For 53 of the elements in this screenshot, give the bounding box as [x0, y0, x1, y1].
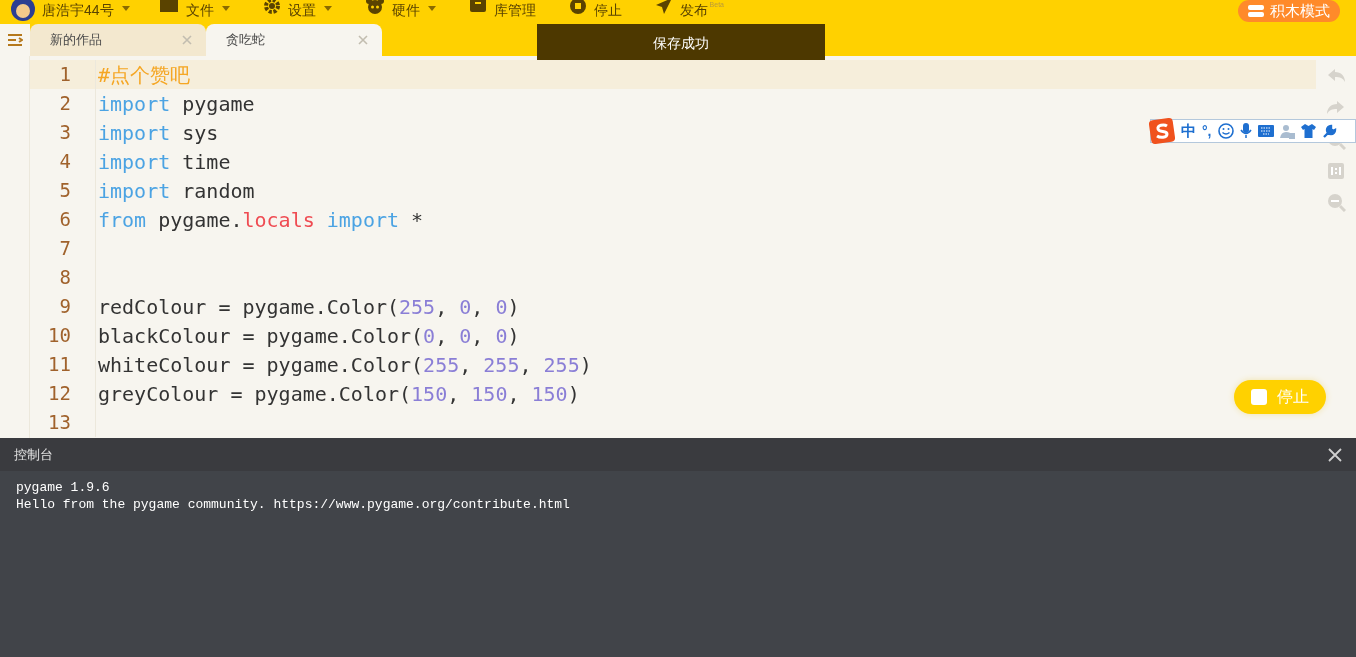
line-number: 10: [30, 321, 96, 350]
smiley-icon[interactable]: [1217, 123, 1234, 139]
code-line: import pygame: [97, 90, 255, 118]
code-line: blackColour = pygame.Color(0, 0, 0): [97, 322, 520, 350]
line-number: 5: [30, 176, 96, 205]
folder-icon: [159, 0, 178, 12]
code-line: greyColour = pygame.Color(150, 150, 150): [97, 380, 580, 408]
user-lock-icon[interactable]: [1279, 123, 1295, 139]
save-toast: 保存成功: [537, 24, 825, 63]
line-number: 11: [30, 350, 96, 379]
code-line: import time: [97, 148, 231, 176]
code-line: import sys: [97, 119, 219, 147]
editor-tab[interactable]: 贪吃蛇: [206, 24, 382, 56]
keyboard-icon[interactable]: [1257, 125, 1274, 137]
caret-icon: [121, 6, 130, 11]
user-menu[interactable]: 唐浩宇44号: [42, 0, 130, 21]
line-number: 4: [30, 147, 96, 176]
avatar-icon[interactable]: [10, 0, 36, 22]
line-number: 9: [30, 292, 96, 321]
stop-icon: [1251, 389, 1267, 405]
code-line: from pygame.locals import *: [97, 206, 424, 234]
wrench-icon[interactable]: [1321, 123, 1337, 139]
menu-icon[interactable]: [7, 33, 23, 47]
code-line: whiteColour = pygame.Color(255, 255, 255): [97, 351, 592, 379]
menu-item[interactable]: 库管理: [469, 0, 536, 21]
code-line: import random: [97, 177, 255, 205]
line-number: 13: [30, 408, 96, 437]
line-number: 12: [30, 379, 96, 408]
gear-icon: [263, 0, 280, 14]
blocks-icon: [1248, 5, 1264, 17]
line-number: 3: [30, 118, 96, 147]
microphone-icon[interactable]: [1239, 123, 1252, 139]
console-title: 控制台: [14, 445, 53, 464]
line-number: 6: [30, 205, 96, 234]
menu-item[interactable]: 设置: [263, 0, 332, 21]
close-icon[interactable]: [1328, 447, 1342, 462]
shirt-icon[interactable]: [1300, 124, 1316, 138]
menu-item[interactable]: 硬件: [365, 0, 436, 21]
chinese-mode-toggle[interactable]: 中: [1181, 119, 1196, 143]
menu-item[interactable]: 停止: [569, 0, 622, 21]
line-number: 7: [30, 234, 96, 263]
console-output-line: Hello from the pygame community. https://www.pygame.org/contribute.html: [16, 496, 571, 513]
code-line: redColour = pygame.Color(255, 0, 0): [97, 293, 520, 321]
input-method-logo-icon[interactable]: [1148, 117, 1176, 145]
paper-plane-icon: [655, 0, 672, 14]
menu-item[interactable]: 文件: [159, 0, 230, 21]
line-number: 8: [30, 263, 96, 292]
line-number: 1: [30, 60, 96, 89]
line-number: 2: [30, 89, 96, 118]
code-line: #点个赞吧: [97, 61, 191, 89]
console-output-line: pygame 1.9.6: [16, 479, 111, 496]
editor-tab[interactable]: 新的作品: [30, 24, 206, 56]
punctuation-toggle[interactable]: °,: [1202, 120, 1212, 142]
